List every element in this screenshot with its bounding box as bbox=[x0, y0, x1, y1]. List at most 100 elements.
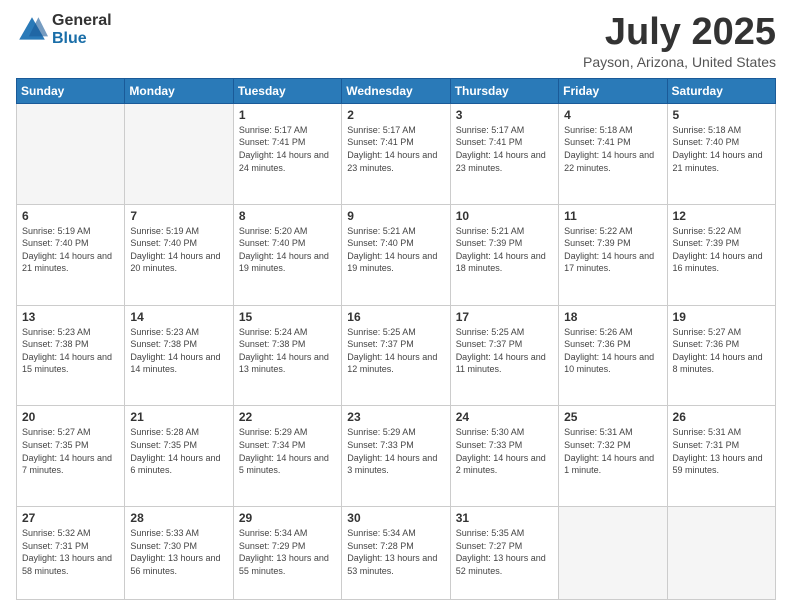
table-row: 15 Sunrise: 5:24 AM Sunset: 7:38 PM Dayli… bbox=[233, 305, 341, 406]
day-info: Sunrise: 5:29 AM Sunset: 7:33 PM Dayligh… bbox=[347, 426, 444, 476]
day-number: 28 bbox=[130, 511, 227, 525]
table-row: 11Sunrise: 5:22 AM Sunset: 7:39 PM Dayli… bbox=[559, 204, 667, 305]
table-row: 30Sunrise: 5:34 AM Sunset: 7:28 PM Dayli… bbox=[342, 507, 450, 600]
day-info: Sunrise: 5:26 AM Sunset: 7:36 PM Dayligh… bbox=[564, 326, 661, 376]
col-sunday: Sunday bbox=[17, 78, 125, 103]
table-row: 19Sunrise: 5:27 AM Sunset: 7:36 PM Dayli… bbox=[667, 305, 775, 406]
page: General Blue July 2025 Payson, Arizona, … bbox=[0, 0, 792, 612]
col-friday: Friday bbox=[559, 78, 667, 103]
table-row: 25 Sunrise: 5:31 AM Sunset: 7:32 PM Dayli… bbox=[559, 406, 667, 507]
table-row: 18 Sunrise: 5:26 AM Sunset: 7:36 PM Dayli… bbox=[559, 305, 667, 406]
table-row: 28 Sunrise: 5:33 AM Sunset: 7:30 PM Dayli… bbox=[125, 507, 233, 600]
day-info: Sunrise: 5:17 AM Sunset: 7:41 PM Dayligh… bbox=[347, 124, 444, 174]
day-info: Sunrise: 5:30 AM Sunset: 7:33 PM Dayligh… bbox=[456, 426, 553, 476]
col-thursday: Thursday bbox=[450, 78, 558, 103]
day-info: Sunrise: 5:35 AM Sunset: 7:27 PM Dayligh… bbox=[456, 527, 553, 577]
day-number: 27 bbox=[22, 511, 119, 525]
day-number: 4 bbox=[564, 108, 661, 122]
day-info: Sunrise: 5:28 AM Sunset: 7:35 PM Dayligh… bbox=[130, 426, 227, 476]
title-block: July 2025 Payson, Arizona, United States bbox=[583, 12, 776, 70]
table-row bbox=[667, 507, 775, 600]
table-row: 7Sunrise: 5:19 AM Sunset: 7:40 PM Daylig… bbox=[125, 204, 233, 305]
table-row: 14Sunrise: 5:23 AM Sunset: 7:38 PM Dayli… bbox=[125, 305, 233, 406]
table-row: 26Sunrise: 5:31 AM Sunset: 7:31 PM Dayli… bbox=[667, 406, 775, 507]
day-info: Sunrise: 5:21 AM Sunset: 7:39 PM Dayligh… bbox=[456, 225, 553, 275]
col-tuesday: Tuesday bbox=[233, 78, 341, 103]
table-row bbox=[559, 507, 667, 600]
table-row: 31 Sunrise: 5:35 AM Sunset: 7:27 PM Dayli… bbox=[450, 507, 558, 600]
day-info: Sunrise: 5:27 AM Sunset: 7:35 PM Dayligh… bbox=[22, 426, 119, 476]
day-info: Sunrise: 5:20 AM Sunset: 7:40 PM Dayligh… bbox=[239, 225, 336, 275]
day-info: Sunrise: 5:19 AM Sunset: 7:40 PM Dayligh… bbox=[22, 225, 119, 275]
table-row: 9 Sunrise: 5:21 AM Sunset: 7:40 PM Daylig… bbox=[342, 204, 450, 305]
table-row: 6 Sunrise: 5:19 AM Sunset: 7:40 PM Daylig… bbox=[17, 204, 125, 305]
day-number: 31 bbox=[456, 511, 553, 525]
table-row: 17 Sunrise: 5:25 AM Sunset: 7:37 PM Dayli… bbox=[450, 305, 558, 406]
day-number: 10 bbox=[456, 209, 553, 223]
day-number: 6 bbox=[22, 209, 119, 223]
day-number: 2 bbox=[347, 108, 444, 122]
day-number: 5 bbox=[673, 108, 770, 122]
day-number: 22 bbox=[239, 410, 336, 424]
day-info: Sunrise: 5:25 AM Sunset: 7:37 PM Dayligh… bbox=[347, 326, 444, 376]
header: General Blue July 2025 Payson, Arizona, … bbox=[16, 12, 776, 70]
table-row: 29 Sunrise: 5:34 AM Sunset: 7:29 PM Dayli… bbox=[233, 507, 341, 600]
day-number: 25 bbox=[564, 410, 661, 424]
table-row bbox=[125, 103, 233, 204]
table-row: 22 Sunrise: 5:29 AM Sunset: 7:34 PM Dayli… bbox=[233, 406, 341, 507]
day-number: 24 bbox=[456, 410, 553, 424]
day-number: 14 bbox=[130, 310, 227, 324]
day-info: Sunrise: 5:34 AM Sunset: 7:29 PM Dayligh… bbox=[239, 527, 336, 577]
col-monday: Monday bbox=[125, 78, 233, 103]
day-info: Sunrise: 5:33 AM Sunset: 7:30 PM Dayligh… bbox=[130, 527, 227, 577]
table-row: 2 Sunrise: 5:17 AM Sunset: 7:41 PM Daylig… bbox=[342, 103, 450, 204]
day-info: Sunrise: 5:18 AM Sunset: 7:41 PM Dayligh… bbox=[564, 124, 661, 174]
day-number: 7 bbox=[130, 209, 227, 223]
day-info: Sunrise: 5:21 AM Sunset: 7:40 PM Dayligh… bbox=[347, 225, 444, 275]
day-info: Sunrise: 5:29 AM Sunset: 7:34 PM Dayligh… bbox=[239, 426, 336, 476]
day-number: 1 bbox=[239, 108, 336, 122]
day-number: 17 bbox=[456, 310, 553, 324]
day-info: Sunrise: 5:22 AM Sunset: 7:39 PM Dayligh… bbox=[673, 225, 770, 275]
month-title: July 2025 bbox=[583, 12, 776, 54]
day-number: 3 bbox=[456, 108, 553, 122]
day-number: 12 bbox=[673, 209, 770, 223]
day-info: Sunrise: 5:31 AM Sunset: 7:31 PM Dayligh… bbox=[673, 426, 770, 476]
day-number: 18 bbox=[564, 310, 661, 324]
table-row: 1 Sunrise: 5:17 AM Sunset: 7:41 PM Daylig… bbox=[233, 103, 341, 204]
day-info: Sunrise: 5:23 AM Sunset: 7:38 PM Dayligh… bbox=[22, 326, 119, 376]
logo-blue-text: Blue bbox=[52, 30, 112, 48]
table-row: 21 Sunrise: 5:28 AM Sunset: 7:35 PM Dayli… bbox=[125, 406, 233, 507]
calendar-table: Sunday Monday Tuesday Wednesday Thursday… bbox=[16, 78, 776, 600]
table-row: 5 Sunrise: 5:18 AM Sunset: 7:40 PM Daylig… bbox=[667, 103, 775, 204]
table-row: 10 Sunrise: 5:21 AM Sunset: 7:39 PM Dayli… bbox=[450, 204, 558, 305]
logo: General Blue bbox=[16, 12, 112, 47]
table-row: 13 Sunrise: 5:23 AM Sunset: 7:38 PM Dayli… bbox=[17, 305, 125, 406]
day-info: Sunrise: 5:31 AM Sunset: 7:32 PM Dayligh… bbox=[564, 426, 661, 476]
day-info: Sunrise: 5:34 AM Sunset: 7:28 PM Dayligh… bbox=[347, 527, 444, 577]
day-info: Sunrise: 5:24 AM Sunset: 7:38 PM Dayligh… bbox=[239, 326, 336, 376]
table-row: 24 Sunrise: 5:30 AM Sunset: 7:33 PM Dayli… bbox=[450, 406, 558, 507]
day-number: 9 bbox=[347, 209, 444, 223]
day-info: Sunrise: 5:17 AM Sunset: 7:41 PM Dayligh… bbox=[456, 124, 553, 174]
day-number: 11 bbox=[564, 209, 661, 223]
logo-text: General Blue bbox=[52, 12, 112, 47]
calendar-header-row: Sunday Monday Tuesday Wednesday Thursday… bbox=[17, 78, 776, 103]
day-number: 15 bbox=[239, 310, 336, 324]
location: Payson, Arizona, United States bbox=[583, 54, 776, 70]
day-info: Sunrise: 5:27 AM Sunset: 7:36 PM Dayligh… bbox=[673, 326, 770, 376]
table-row: 8 Sunrise: 5:20 AM Sunset: 7:40 PM Daylig… bbox=[233, 204, 341, 305]
day-number: 13 bbox=[22, 310, 119, 324]
day-info: Sunrise: 5:18 AM Sunset: 7:40 PM Dayligh… bbox=[673, 124, 770, 174]
day-number: 21 bbox=[130, 410, 227, 424]
table-row: 12 Sunrise: 5:22 AM Sunset: 7:39 PM Dayli… bbox=[667, 204, 775, 305]
col-saturday: Saturday bbox=[667, 78, 775, 103]
table-row: 16Sunrise: 5:25 AM Sunset: 7:37 PM Dayli… bbox=[342, 305, 450, 406]
day-info: Sunrise: 5:17 AM Sunset: 7:41 PM Dayligh… bbox=[239, 124, 336, 174]
day-number: 8 bbox=[239, 209, 336, 223]
day-info: Sunrise: 5:25 AM Sunset: 7:37 PM Dayligh… bbox=[456, 326, 553, 376]
col-wednesday: Wednesday bbox=[342, 78, 450, 103]
day-number: 29 bbox=[239, 511, 336, 525]
table-row: 27Sunrise: 5:32 AM Sunset: 7:31 PM Dayli… bbox=[17, 507, 125, 600]
day-number: 20 bbox=[22, 410, 119, 424]
